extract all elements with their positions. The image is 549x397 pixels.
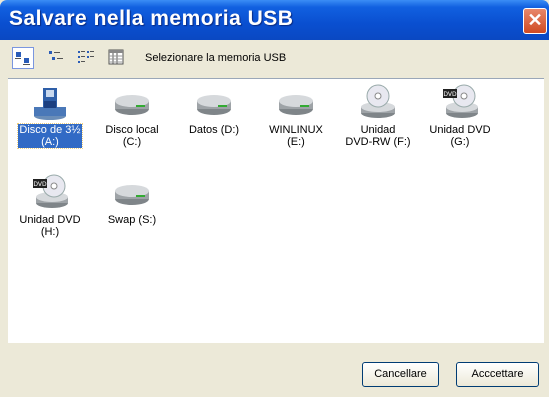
drive-label: WINLINUX (E:)	[269, 124, 323, 148]
small-icons-view-button[interactable]	[46, 47, 66, 67]
hard-drive-icon	[115, 95, 149, 115]
drive-label: Datos (D:)	[188, 124, 240, 136]
floppy-drive-icon	[34, 88, 66, 120]
drive-item-f[interactable]: Unidad DVD-RW (F:)	[341, 83, 415, 148]
cancel-button[interactable]: Cancellare	[362, 362, 439, 387]
large-icons-view-button[interactable]	[12, 47, 34, 69]
dvd-drive-icon: DVD	[33, 174, 68, 208]
drive-label: Unidad DVD (H:)	[19, 214, 81, 238]
title-bar[interactable]: Salvare nella memoria USB ✕	[0, 0, 549, 40]
drive-item-c[interactable]: Disco local (C:)	[95, 83, 169, 148]
svg-text:DVD: DVD	[33, 181, 47, 188]
dialog-window: Salvare nella memoria USB ✕ Selezionare …	[0, 0, 549, 397]
accept-button[interactable]: Acccettare	[456, 362, 539, 387]
drive-item-a[interactable]: Disco de 3½ (A:)	[13, 83, 87, 149]
list-view-button[interactable]	[76, 47, 96, 67]
drive-label: Disco de 3½ (A:)	[17, 123, 83, 149]
cd-drive-icon	[361, 84, 395, 118]
dvd-drive-icon: DVD	[443, 84, 478, 118]
drive-item-s[interactable]: Swap (S:)	[95, 173, 169, 226]
window-title: Salvare nella memoria USB	[9, 7, 294, 30]
drive-item-d[interactable]: Datos (D:)	[177, 83, 251, 136]
drive-list: Disco de 3½ (A:) Disco local (C:) Datos …	[8, 78, 544, 344]
drive-item-h[interactable]: DVD Unidad DVD (H:)	[13, 173, 87, 238]
drive-label: Unidad DVD-RW (F:)	[345, 124, 411, 148]
details-view-icon	[108, 49, 124, 65]
details-view-button[interactable]	[106, 47, 126, 67]
small-icons-view-icon	[49, 51, 63, 60]
close-button[interactable]: ✕	[523, 8, 547, 34]
view-toolbar: Selezionare la memoria USB	[8, 44, 544, 72]
large-icons-view-icon	[15, 52, 30, 65]
list-view-icon	[78, 51, 94, 63]
drive-label: Swap (S:)	[107, 214, 157, 226]
dialog-footer: Cancellare Acccettare	[8, 343, 544, 393]
drive-item-g[interactable]: DVD Unidad DVD (G:)	[423, 83, 497, 148]
hard-drive-icon	[115, 185, 149, 205]
instruction-label: Selezionare la memoria USB	[145, 52, 287, 64]
hard-drive-icon	[197, 95, 231, 115]
drive-label: Disco local (C:)	[105, 124, 159, 148]
drive-label: Unidad DVD (G:)	[429, 124, 491, 148]
drive-item-e[interactable]: WINLINUX (E:)	[259, 83, 333, 148]
svg-text:DVD: DVD	[443, 91, 457, 98]
hard-drive-icon	[279, 95, 313, 115]
